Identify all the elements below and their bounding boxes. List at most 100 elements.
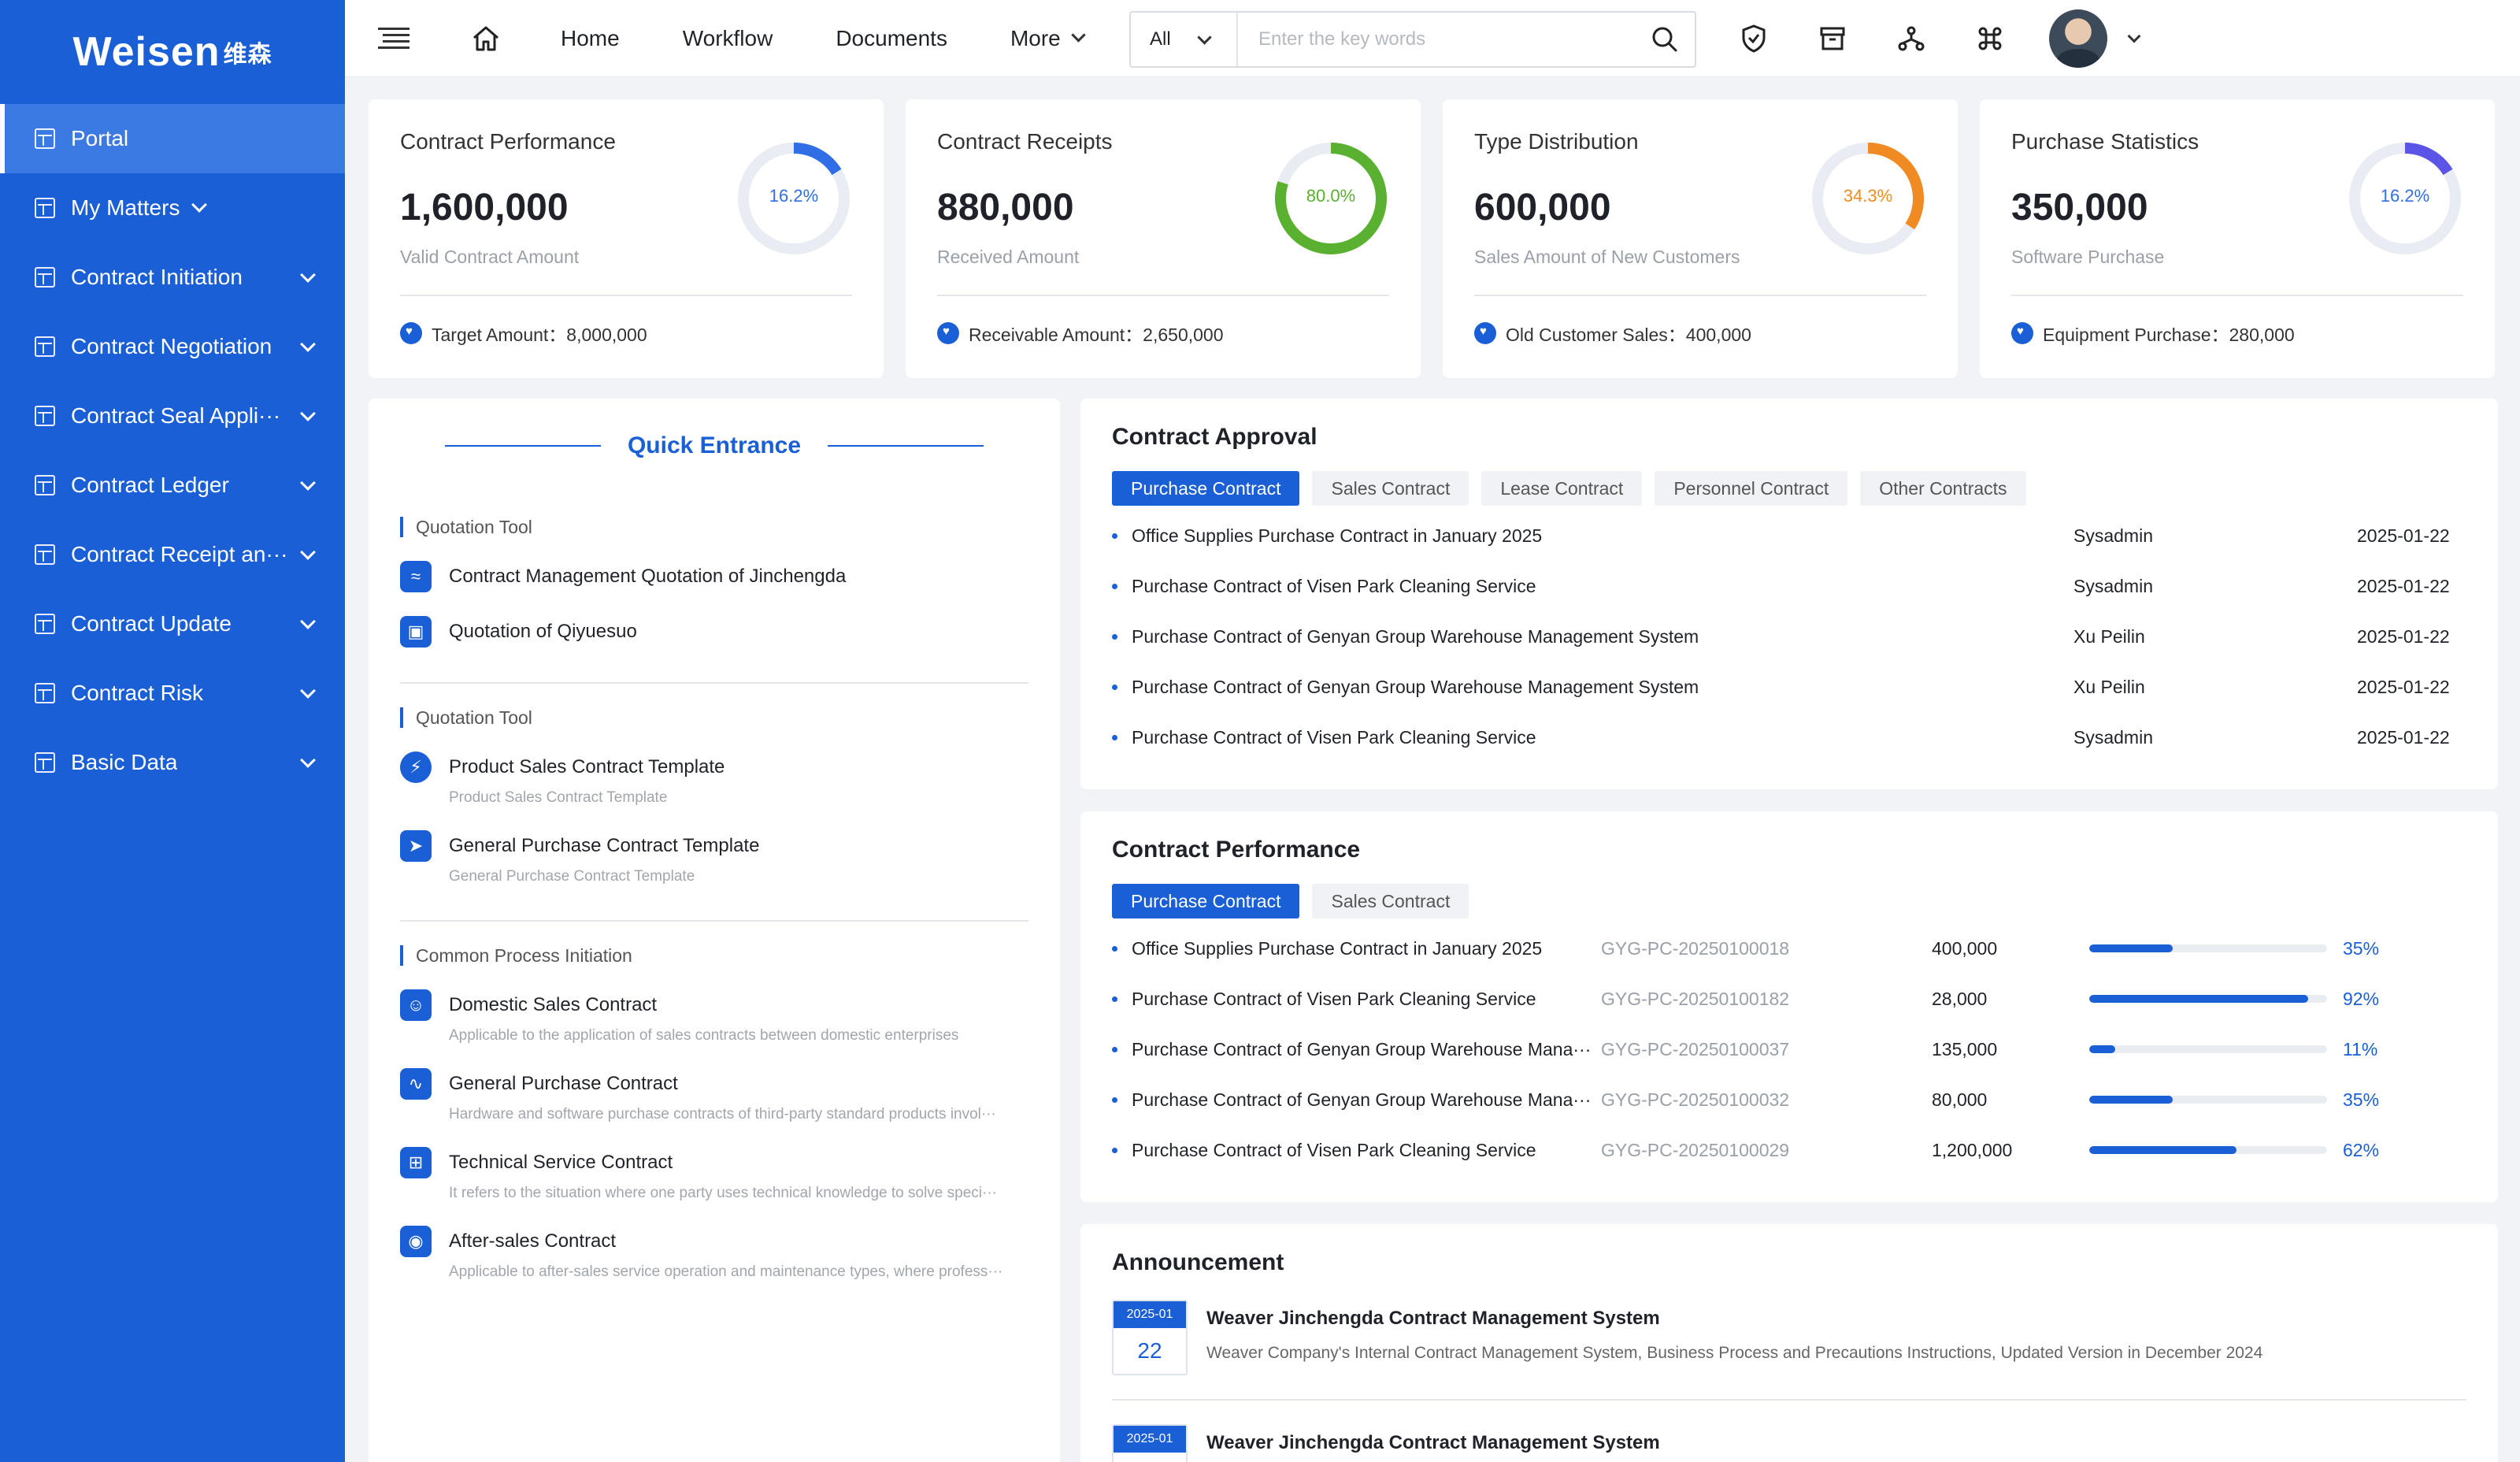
heart-badge-icon <box>2011 322 2033 344</box>
nav-documents[interactable]: Documents <box>836 26 947 51</box>
date-month: 2025-01 <box>1114 1426 1186 1453</box>
layout-icon <box>35 475 55 495</box>
announcement-item[interactable]: 2025-01 22 Weaver Jinchengda Contract Mana… <box>1112 1300 2466 1375</box>
org-chart-icon[interactable] <box>1895 22 1928 55</box>
progress-percent: 11% <box>2343 1038 2378 1059</box>
bullet-icon <box>1112 1147 1117 1153</box>
tab-lease-contract[interactable]: Lease Contract <box>1481 471 1643 506</box>
quick-section-title: Quotation Tool <box>400 707 1028 728</box>
approval-row[interactable]: Purchase Contract of Genyan Group Wareho… <box>1112 611 2466 662</box>
quick-item-title: Quotation of Qiyuesuo <box>449 621 637 642</box>
sidebar-item-contract-seal-appli[interactable]: Contract Seal Appli··· <box>0 381 345 451</box>
tab-purchase-contract[interactable]: Purchase Contract <box>1112 884 1300 918</box>
progress-percent: 35% <box>2343 937 2380 959</box>
menu-toggle-icon[interactable] <box>378 26 410 51</box>
progress-fill <box>2089 1146 2237 1154</box>
contract-user: Xu Peilin <box>2073 625 2145 647</box>
contract-name: Purchase Contract of Genyan Group Wareho… <box>1132 1038 1592 1059</box>
stat-footer: Old Customer Sales：400,000 <box>1474 320 1751 347</box>
sidebar-item-contract-update[interactable]: Contract Update <box>0 589 345 659</box>
chevron-down-icon <box>300 752 316 768</box>
sidebar-item-contract-receipt-an[interactable]: Contract Receipt an··· <box>0 520 345 589</box>
quick-item-general-purchase-contract[interactable]: ∿ General Purchase Contract Hardware and s… <box>400 1068 1028 1123</box>
performance-row[interactable]: Office Supplies Purchase Contract in Jan… <box>1112 923 2466 974</box>
quick-item-desc: General Purchase Contract Template <box>449 868 695 885</box>
progress-fill <box>2089 1096 2173 1104</box>
performance-row[interactable]: Purchase Contract of Genyan Group Wareho… <box>1112 1024 2466 1074</box>
donut-percent-label: 34.3% <box>1843 186 1893 206</box>
quick-item-technical-service-contract[interactable]: ⊞ Technical Service Contract It refers to … <box>400 1147 1028 1202</box>
tab-sales-contract[interactable]: Sales Contract <box>1312 471 1469 506</box>
sidebar-item-label: Basic Data <box>71 750 178 774</box>
announcement-desc: Weaver Company's Internal Contract Manag… <box>1206 1344 2263 1362</box>
sidebar: Weisen 维森 Portal My Matters Contract Initia… <box>0 0 345 1462</box>
person-folder-icon: ☺ <box>400 989 432 1021</box>
sidebar-item-portal[interactable]: Portal <box>0 104 345 173</box>
stat-card-contract-receipts: Contract Receipts880,000Received AmountR… <box>906 99 1421 378</box>
quick-item-title: After-sales Contract <box>449 1230 617 1252</box>
quick-item-desc: It refers to the situation where one par… <box>449 1185 997 1201</box>
sidebar-item-basic-data[interactable]: Basic Data <box>0 728 345 797</box>
tab-other-contracts[interactable]: Other Contracts <box>1860 471 2026 506</box>
quick-item-title: Domestic Sales Contract <box>449 994 658 1015</box>
quick-item-product-sales-contract-template[interactable]: ⚡ Product Sales Contract Template Product … <box>400 751 1028 807</box>
nav-home[interactable]: Home <box>561 26 620 51</box>
stat-card-contract-performance: Contract Performance 1,600,000 Valid Contr… <box>369 99 884 378</box>
contract-name: Purchase Contract of Genyan Group Wareho… <box>1132 1089 1592 1110</box>
archive-icon[interactable] <box>1816 22 1849 55</box>
contract-name: Purchase Contract of Visen Park Cleaning… <box>1132 988 1536 1009</box>
approval-row[interactable]: Purchase Contract of Visen Park Cleaning… <box>1112 561 2466 611</box>
home-icon[interactable] <box>471 24 501 53</box>
quick-item-title: General Purchase Contract <box>449 1073 678 1094</box>
command-icon[interactable] <box>1973 22 2007 55</box>
approval-title: Contract Approval <box>1112 424 1317 450</box>
quick-item-desc: Product Sales Contract Template <box>449 789 668 806</box>
quick-item-general-purchase-contract-template[interactable]: ➤ General Purchase Contract Template Gener… <box>400 830 1028 885</box>
performance-row[interactable]: Purchase Contract of Visen Park Cleaning… <box>1112 974 2466 1024</box>
layout-icon <box>35 406 55 426</box>
progress-percent: 62% <box>2343 1139 2380 1160</box>
tab-sales-contract[interactable]: Sales Contract <box>1312 884 1469 918</box>
quick-item-contract-management-quotation-of-jinchengda[interactable]: ≈ Contract Management Quotation of Jinche… <box>400 561 1028 592</box>
progress-bar <box>2089 1096 2327 1104</box>
sidebar-item-my-matters[interactable]: My Matters <box>0 173 345 243</box>
contract-amount: 1,200,000 <box>1932 1139 2013 1160</box>
approval-row[interactable]: Purchase Contract of Genyan Group Wareho… <box>1112 662 2466 712</box>
quick-item-quotation-of-qiyuesuo[interactable]: ▣ Quotation of Qiyuesuo <box>400 616 1028 648</box>
heart-badge-icon <box>400 322 422 344</box>
logo: Weisen 维森 <box>72 29 272 75</box>
quick-item-title: General Purchase Contract Template <box>449 835 760 856</box>
sidebar-item-contract-risk[interactable]: Contract Risk <box>0 659 345 728</box>
donut-chart: 16.2% <box>736 140 852 257</box>
sidebar-item-label: Contract Initiation <box>71 265 243 289</box>
contract-name: Purchase Contract of Genyan Group Wareho… <box>1132 676 1699 697</box>
shield-icon[interactable] <box>1737 22 1770 55</box>
search-input[interactable] <box>1238 28 1651 50</box>
quick-item-after-sales-contract[interactable]: ◉ After-sales Contract Applicable to after… <box>400 1226 1028 1281</box>
performance-row[interactable]: Purchase Contract of Genyan Group Wareho… <box>1112 1074 2466 1125</box>
nav-more[interactable]: More <box>1010 26 1084 51</box>
bullet-icon <box>1112 945 1117 952</box>
sidebar-item-contract-ledger[interactable]: Contract Ledger <box>0 451 345 520</box>
quick-item-domestic-sales-contract[interactable]: ☺ Domestic Sales Contract Applicable to th… <box>400 989 1028 1045</box>
search-icon[interactable] <box>1651 25 1679 54</box>
bullet-icon <box>1112 684 1117 690</box>
performance-row[interactable]: Purchase Contract of Visen Park Cleaning… <box>1112 1125 2466 1175</box>
lock-shield-icon: ▣ <box>400 616 432 648</box>
search-scope-select[interactable]: All <box>1131 13 1238 66</box>
header-icons <box>1737 22 2007 55</box>
contract-code: GYG-PC-20250100018 <box>1601 937 1790 959</box>
quick-entrance-title: Quick Entrance <box>627 432 802 458</box>
sidebar-item-contract-negotiation[interactable]: Contract Negotiation <box>0 312 345 381</box>
layout-icon <box>35 198 55 218</box>
sidebar-item-contract-initiation[interactable]: Contract Initiation <box>0 243 345 312</box>
nav-workflow[interactable]: Workflow <box>683 26 773 51</box>
chevron-down-icon <box>300 683 316 699</box>
avatar[interactable] <box>2049 9 2107 68</box>
announcement-title-text: Weaver Jinchengda Contract Management Sy… <box>1206 1432 1660 1453</box>
tab-personnel-contract[interactable]: Personnel Contract <box>1655 471 1848 506</box>
announcement-item[interactable]: 2025-01 Weaver Jinchengda Contract Manage… <box>1112 1424 2466 1462</box>
tab-purchase-contract[interactable]: Purchase Contract <box>1112 471 1300 506</box>
approval-row[interactable]: Purchase Contract of Visen Park Cleaning… <box>1112 712 2466 763</box>
approval-row[interactable]: Office Supplies Purchase Contract in Jan… <box>1112 510 2466 561</box>
